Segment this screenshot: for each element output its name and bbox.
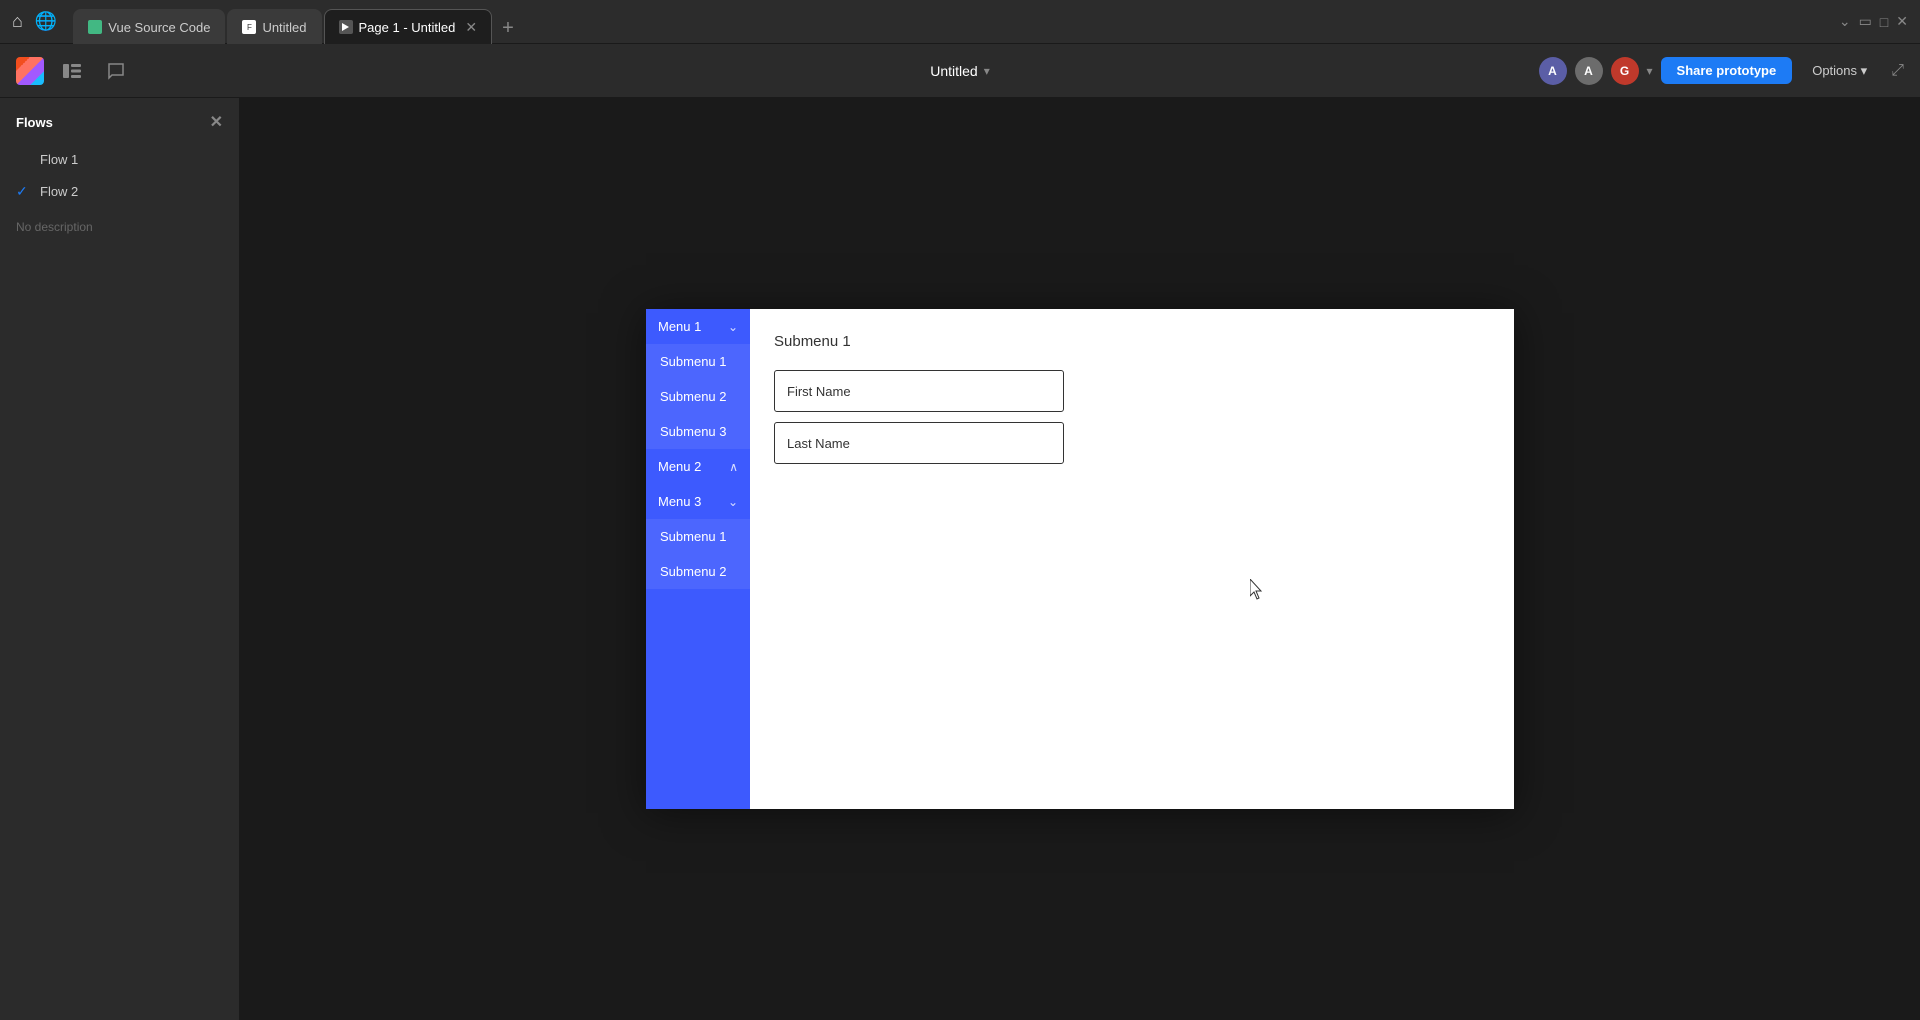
tab-page1[interactable]: Page 1 - Untitled ✕ xyxy=(324,9,493,45)
sidebar-close-button[interactable]: ✕ xyxy=(210,112,223,132)
window-restore-icon[interactable]: ▭ xyxy=(1859,13,1872,30)
proto-menu-item-menu1[interactable]: Menu 1 ⌄ xyxy=(646,309,750,344)
window-controls: ⌄ ▭ □ ✕ xyxy=(1839,13,1908,30)
window-close-icon[interactable]: ✕ xyxy=(1896,13,1908,30)
tab-label-untitled: Untitled xyxy=(262,20,306,35)
header-left xyxy=(0,55,240,87)
browser-home-icon[interactable]: ⌂ xyxy=(12,11,23,32)
proto-submenu2b-label: Submenu 2 xyxy=(660,564,727,579)
tab-play-icon xyxy=(342,23,349,31)
browser-globe-icon[interactable]: 🌐 xyxy=(35,11,57,32)
flow2-check-icon: ✓ xyxy=(16,183,32,200)
browser-chrome: ⌂ 🌐 Vue Source Code F Untitled Page 1 - … xyxy=(0,0,1920,44)
options-dropdown-icon: ▾ xyxy=(1861,63,1868,78)
sidebar-item-flow1[interactable]: Flow 1 xyxy=(0,144,239,175)
proto-submenu2a-label: Submenu 2 xyxy=(660,389,727,404)
sidebar-toggle-icon xyxy=(63,64,81,78)
proto-menu1-chevron: ⌄ xyxy=(728,320,738,334)
main-layout: Flows ✕ Flow 1 ✓ Flow 2 No description M… xyxy=(0,98,1920,1020)
chat-icon xyxy=(107,62,125,80)
tab-untitled[interactable]: F Untitled xyxy=(227,9,321,45)
proto-submenu1a-label: Submenu 1 xyxy=(660,354,727,369)
sidebar-title: Flows xyxy=(16,115,53,130)
flow1-label: Flow 1 xyxy=(40,152,78,167)
proto-menu2-label: Menu 2 xyxy=(658,459,701,474)
flow2-label: Flow 2 xyxy=(40,184,78,199)
tab-close-icon[interactable]: ✕ xyxy=(465,19,477,36)
proto-menu3-chevron: ⌄ xyxy=(728,495,738,509)
tab-favicon-vue xyxy=(88,20,102,34)
options-button[interactable]: Options ▾ xyxy=(1800,57,1879,85)
avatar-a1[interactable]: A xyxy=(1539,57,1567,85)
first-name-label: First Name xyxy=(787,384,851,399)
chat-button[interactable] xyxy=(100,55,132,87)
canvas-area[interactable]: Menu 1 ⌄ Submenu 1 Submenu 2 Submenu 3 M… xyxy=(240,98,1920,1020)
proto-submenu2b[interactable]: Submenu 2 xyxy=(646,554,750,589)
proto-submenu2a[interactable]: Submenu 2 xyxy=(646,379,750,414)
no-description: No description xyxy=(0,208,239,246)
first-name-input[interactable]: First Name xyxy=(774,370,1064,412)
proto-menu3-label: Menu 3 xyxy=(658,494,701,509)
browser-tabs: Vue Source Code F Untitled Page 1 - Unti… xyxy=(73,0,1831,44)
proto-menu-item-menu3[interactable]: Menu 3 ⌄ xyxy=(646,484,750,519)
proto-submenu3a[interactable]: Submenu 3 xyxy=(646,414,750,449)
tab-vue[interactable]: Vue Source Code xyxy=(73,9,225,45)
project-dropdown-icon[interactable]: ▾ xyxy=(984,64,990,78)
proto-submenu1b[interactable]: Submenu 1 xyxy=(646,519,750,554)
tab-label-vue: Vue Source Code xyxy=(108,20,210,35)
window-minimize-icon[interactable]: ⌄ xyxy=(1839,13,1851,30)
tab-favicon-play xyxy=(339,20,353,34)
tab-label-page1: Page 1 - Untitled xyxy=(359,20,456,35)
add-tab-button[interactable]: + xyxy=(494,13,522,44)
proto-submenu1b-label: Submenu 1 xyxy=(660,529,727,544)
proto-submenu3a-label: Submenu 3 xyxy=(660,424,727,439)
proto-submenu1a[interactable]: Submenu 1 xyxy=(646,344,750,379)
proto-menu-item-menu2[interactable]: Menu 2 ∧ xyxy=(646,449,750,484)
avatar-dropdown-icon[interactable]: ▾ xyxy=(1647,64,1653,78)
proto-menu2-chevron: ∧ xyxy=(729,460,738,474)
avatar-g[interactable]: G xyxy=(1611,57,1639,85)
flows-sidebar: Flows ✕ Flow 1 ✓ Flow 2 No description xyxy=(0,98,240,1020)
prototype-frame: Menu 1 ⌄ Submenu 1 Submenu 2 Submenu 3 M… xyxy=(646,309,1514,809)
share-prototype-button[interactable]: Share prototype xyxy=(1661,57,1793,84)
header-center: Untitled ▾ xyxy=(930,63,990,79)
content-submenu-title: Submenu 1 xyxy=(774,333,1490,350)
sidebar-header: Flows ✕ xyxy=(0,98,239,144)
project-name[interactable]: Untitled xyxy=(930,63,977,79)
expand-icon[interactable]: ⤢ xyxy=(1891,62,1904,80)
tab-favicon-fig: F xyxy=(242,20,256,34)
avatar-a2[interactable]: A xyxy=(1575,57,1603,85)
prototype-content: Submenu 1 First Name Last Name xyxy=(750,309,1514,809)
sidebar-toggle-button[interactable] xyxy=(56,55,88,87)
last-name-input[interactable]: Last Name xyxy=(774,422,1064,464)
header-right: A A G ▾ Share prototype Options ▾ ⤢ xyxy=(1539,57,1920,85)
window-maximize-icon[interactable]: □ xyxy=(1880,14,1888,30)
sidebar-item-flow2[interactable]: ✓ Flow 2 xyxy=(0,175,239,208)
prototype-menu: Menu 1 ⌄ Submenu 1 Submenu 2 Submenu 3 M… xyxy=(646,309,750,809)
app-header: Untitled ▾ A A G ▾ Share prototype Optio… xyxy=(0,44,1920,98)
options-label: Options xyxy=(1812,63,1857,78)
proto-menu1-label: Menu 1 xyxy=(658,319,701,334)
figma-logo xyxy=(16,57,44,85)
last-name-label: Last Name xyxy=(787,436,850,451)
